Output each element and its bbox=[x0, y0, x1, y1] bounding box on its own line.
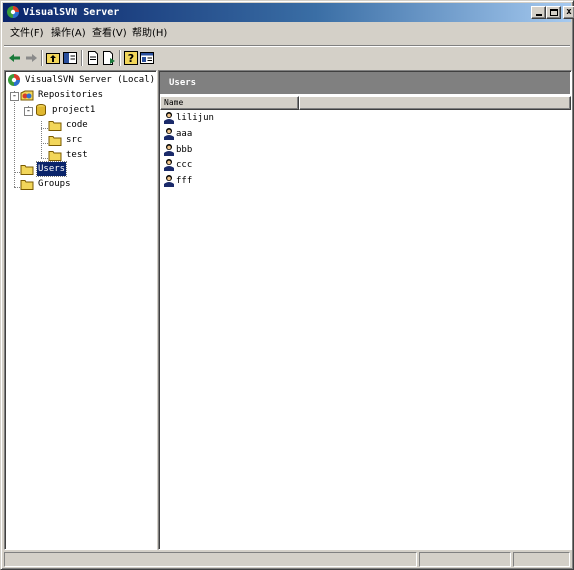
tree-root[interactable]: VisualSVN Server (Local) bbox=[7, 73, 155, 87]
tree-connector bbox=[41, 158, 48, 159]
tree-item-repositories[interactable]: Repositories bbox=[20, 88, 140, 102]
forward-arrow-icon[interactable] bbox=[23, 50, 39, 66]
minimize-button[interactable] bbox=[531, 6, 546, 19]
window-title: VisualSVN Server bbox=[23, 7, 120, 18]
help-icon[interactable]: ? bbox=[123, 50, 139, 66]
user-icon bbox=[164, 144, 174, 156]
list-item-label: lilijun bbox=[176, 113, 214, 123]
menu-view[interactable]: 查看(V) bbox=[92, 27, 127, 41]
status-bar bbox=[4, 551, 570, 567]
users-list-pane[interactable]: Users Name lilijun aaa bbb ccc fff bbox=[158, 70, 572, 550]
pane-header: Users bbox=[160, 72, 570, 94]
list-item[interactable]: aaa bbox=[163, 127, 283, 141]
tree-item-folder-test[interactable]: test bbox=[48, 148, 128, 162]
tree-label: Repositories bbox=[38, 90, 104, 100]
repository-icon bbox=[36, 104, 46, 116]
toolbar-separator bbox=[81, 50, 83, 66]
tree-item-users[interactable]: Users bbox=[20, 161, 100, 177]
repositories-collapse-toggle[interactable]: - bbox=[10, 92, 19, 101]
tree-item-folder-code[interactable]: code bbox=[48, 118, 128, 132]
folder-icon bbox=[20, 180, 34, 190]
list-item-label: fff bbox=[176, 176, 193, 186]
console-icon[interactable] bbox=[139, 50, 155, 66]
user-icon bbox=[164, 128, 174, 140]
tree-label: project1 bbox=[52, 105, 96, 115]
back-arrow-icon[interactable] bbox=[7, 50, 23, 66]
tree-item-groups[interactable]: Groups bbox=[20, 177, 100, 191]
menu-help[interactable]: 帮助(H) bbox=[132, 27, 167, 41]
user-icon bbox=[164, 112, 174, 124]
visualsvn-server-icon bbox=[7, 6, 19, 18]
list-item[interactable]: bbb bbox=[163, 143, 283, 157]
show-hide-tree-icon[interactable] bbox=[62, 50, 78, 66]
tree-connector bbox=[41, 143, 48, 144]
visualsvn-server-icon bbox=[8, 74, 20, 86]
column-header-empty[interactable] bbox=[299, 96, 571, 110]
list-item[interactable]: lilijun bbox=[163, 111, 283, 125]
toolbar: ? bbox=[4, 45, 570, 69]
tree-label: code bbox=[66, 120, 88, 130]
close-icon: x bbox=[566, 7, 572, 17]
status-cell-main bbox=[4, 552, 417, 567]
toolbar-separator bbox=[119, 50, 121, 66]
menu-action[interactable]: 操作(A) bbox=[51, 27, 86, 41]
tree-pane[interactable]: VisualSVN Server (Local) - Repositories … bbox=[4, 70, 157, 550]
close-button[interactable]: x bbox=[563, 6, 574, 19]
maximize-icon bbox=[549, 9, 558, 16]
status-cell-tertiary bbox=[513, 552, 570, 567]
svg-text:?: ? bbox=[128, 52, 134, 65]
tree-root-label: VisualSVN Server (Local) bbox=[25, 75, 156, 85]
list-item-label: bbb bbox=[176, 145, 193, 155]
tree-item-project1[interactable]: project1 bbox=[34, 103, 134, 117]
list-item-label: ccc bbox=[176, 160, 193, 170]
folder-icon bbox=[20, 165, 34, 175]
up-folder-icon[interactable] bbox=[45, 50, 61, 66]
export-list-icon[interactable] bbox=[101, 50, 117, 66]
tree-connector bbox=[41, 128, 48, 129]
list-item[interactable]: ccc bbox=[163, 158, 283, 172]
tree-item-folder-src[interactable]: src bbox=[48, 133, 128, 147]
folder-icon bbox=[48, 136, 62, 146]
menu-file[interactable]: 文件(F) bbox=[10, 27, 44, 41]
user-icon bbox=[164, 175, 174, 187]
menu-bar: 文件(F) 操作(A) 查看(V) 帮助(H) bbox=[4, 24, 570, 44]
tree-label-selected: Users bbox=[35, 161, 68, 177]
tree-connector bbox=[41, 121, 42, 158]
user-icon bbox=[164, 159, 174, 171]
folder-icon bbox=[48, 151, 62, 161]
folder-icon bbox=[48, 121, 62, 131]
column-header-name[interactable]: Name bbox=[160, 96, 299, 110]
title-bar[interactable]: VisualSVN Server x bbox=[3, 3, 574, 22]
status-cell-secondary bbox=[419, 552, 511, 567]
main-window: VisualSVN Server x 文件(F) 操作(A) 查看(V) 帮助(… bbox=[0, 0, 574, 570]
list-item-label: aaa bbox=[176, 129, 193, 139]
project-collapse-toggle[interactable]: - bbox=[24, 107, 33, 116]
tree-label: test bbox=[66, 150, 88, 160]
minimize-icon bbox=[535, 14, 542, 16]
tree-label: src bbox=[66, 135, 83, 145]
repositories-icon bbox=[20, 90, 34, 101]
list-item[interactable]: fff bbox=[163, 174, 283, 188]
properties-icon[interactable] bbox=[85, 50, 101, 66]
toolbar-separator bbox=[41, 50, 43, 66]
maximize-button[interactable] bbox=[546, 6, 561, 19]
tree-label: Groups bbox=[38, 179, 71, 189]
